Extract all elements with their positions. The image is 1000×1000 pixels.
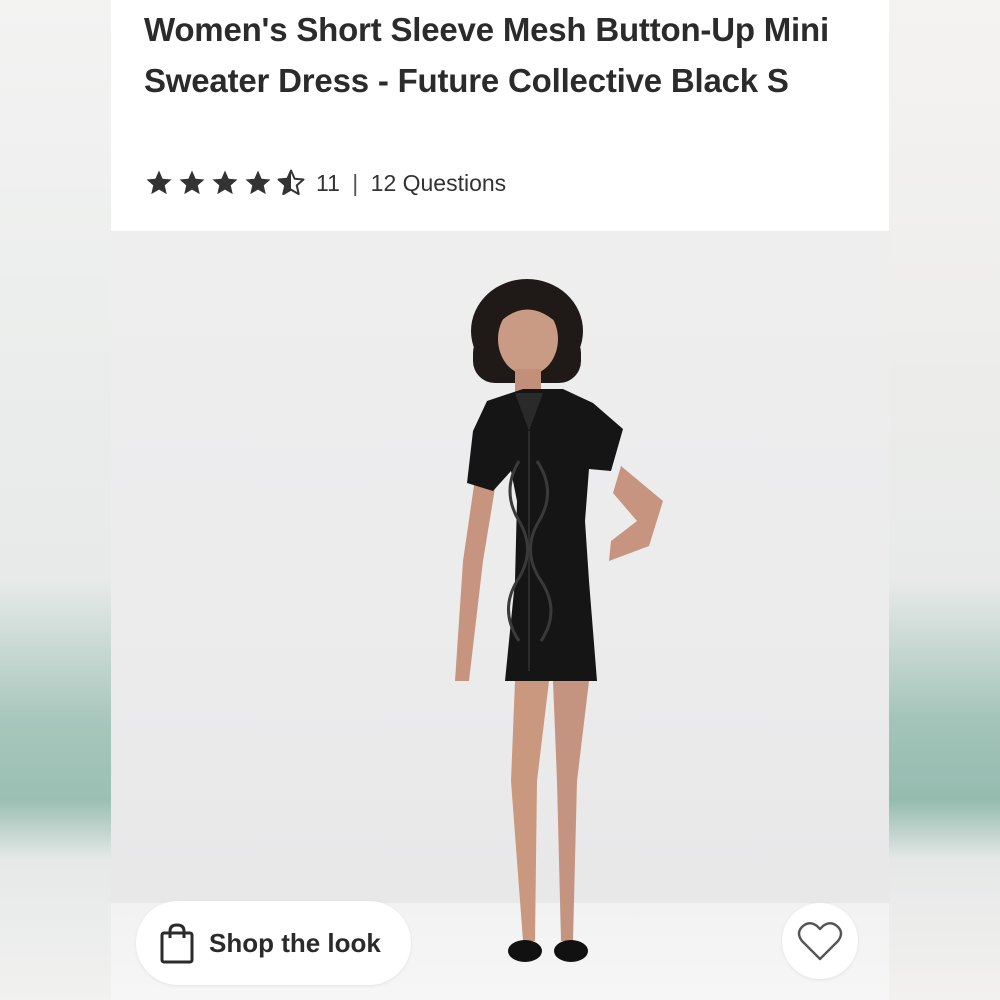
rating-row[interactable]: 11 | 12 Questions (144, 168, 506, 198)
background-blur-left (0, 0, 111, 1000)
star-rating (144, 168, 306, 198)
shop-the-look-label: Shop the look (209, 927, 381, 958)
favorite-button[interactable] (782, 903, 858, 979)
product-image[interactable]: Shop the look (111, 231, 889, 1000)
star-half-icon (277, 169, 305, 196)
shopping-bag-icon (160, 923, 194, 964)
shop-the-look-button[interactable]: Shop the look (136, 901, 411, 985)
star-full-icon (179, 170, 205, 195)
star-full-icon (245, 170, 271, 195)
background-blur-right (889, 0, 1000, 1000)
star-full-icon (212, 170, 238, 195)
rating-separator: | (352, 169, 359, 196)
product-title: Women's Short Sleeve Mesh Button-Up Mini… (144, 11, 829, 99)
star-full-icon (146, 170, 172, 195)
rating-summary[interactable]: 11 | 12 Questions (316, 170, 506, 197)
product-card: Women's Short Sleeve Mesh Button-Up Mini… (111, 0, 889, 1000)
model-figure (455, 279, 663, 962)
review-count[interactable]: 11 (316, 170, 340, 196)
heart-outline-icon (797, 922, 843, 961)
questions-link[interactable]: 12 Questions (371, 170, 507, 196)
